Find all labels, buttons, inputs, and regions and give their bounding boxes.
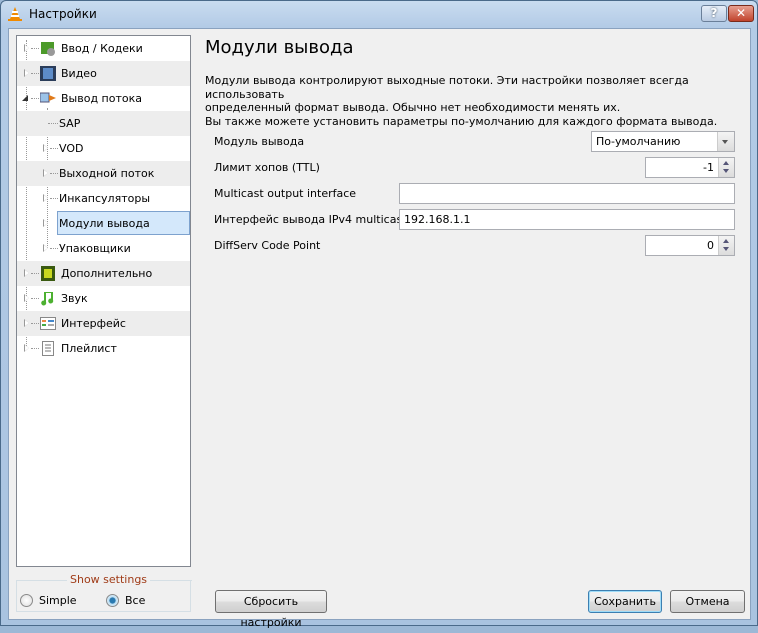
vlc-cone-icon — [8, 7, 22, 21]
spin-arrows-icon[interactable] — [718, 158, 734, 177]
ipv4-multicast-input[interactable]: 192.168.1.1 — [399, 209, 735, 230]
video-film-icon — [40, 66, 56, 81]
chevron-down-icon[interactable] — [717, 132, 734, 151]
expand-arrow-icon[interactable] — [24, 44, 29, 52]
tree-item-sap[interactable]: SAP — [17, 111, 190, 136]
expand-arrow-icon[interactable] — [43, 169, 48, 177]
ttl-label: Лимит хопов (TTL) — [214, 161, 320, 174]
show-settings-group: Show settings Simple Все — [16, 573, 192, 612]
close-button[interactable]: ✕ — [728, 5, 754, 22]
tree-item-muxers[interactable]: Инкапсуляторы — [17, 186, 190, 211]
tree-item-audio[interactable]: Звук — [17, 286, 190, 311]
dscp-spinbox[interactable]: 0 — [645, 235, 735, 256]
settings-window: Настройки ? ✕ Ввод / Кодеки Видео Вывод … — [0, 0, 758, 629]
interface-icon — [40, 317, 56, 330]
playlist-icon — [42, 341, 54, 356]
dscp-label: DiffServ Code Point — [214, 239, 321, 252]
show-settings-title: Show settings — [67, 573, 151, 586]
tree-item-input-codecs[interactable]: Ввод / Кодеки — [17, 36, 190, 61]
music-note-icon — [41, 292, 54, 306]
all-radio-label[interactable]: Все — [125, 594, 145, 607]
expand-arrow-icon[interactable] — [24, 344, 29, 352]
tree-item-advanced[interactable]: Дополнительно — [17, 261, 190, 286]
ttl-spinbox[interactable]: -1 — [645, 157, 735, 178]
ipv4-multicast-label: Интерфейс вывода IPv4 multicast — [214, 213, 407, 226]
tree-item-interface[interactable]: Интерфейс — [17, 311, 190, 336]
tree-item-vod[interactable]: VOD — [17, 136, 190, 161]
expand-arrow-icon[interactable] — [43, 194, 48, 202]
description-line: Модули вывода контролируют выходные пото… — [205, 74, 689, 101]
tree-item-output-modules[interactable]: Модули вывода — [17, 211, 190, 236]
expand-arrow-icon[interactable] — [24, 269, 29, 277]
expand-arrow-icon[interactable] — [24, 319, 29, 327]
stream-output-icon — [40, 92, 56, 103]
tree-item-video[interactable]: Видео — [17, 61, 190, 86]
simple-radio-label[interactable]: Simple — [39, 594, 77, 607]
expand-arrow-icon[interactable] — [43, 219, 48, 227]
settings-tree[interactable]: Ввод / Кодеки Видео Вывод потока SAP VOD… — [16, 35, 191, 567]
tree-item-packetizers[interactable]: Упаковщики — [17, 236, 190, 261]
window-title: Настройки — [29, 7, 97, 21]
cancel-button[interactable]: Отмена — [670, 590, 745, 613]
expand-arrow-icon[interactable] — [24, 294, 29, 302]
expand-arrow-icon[interactable] — [43, 144, 48, 152]
tree-item-output-stream[interactable]: Выходной поток — [17, 161, 190, 186]
all-radio[interactable] — [106, 594, 119, 607]
page-title: Модули вывода — [205, 37, 354, 58]
spin-arrows-icon[interactable] — [718, 236, 734, 255]
description-line: определенный формат вывода. Обычно нет н… — [205, 101, 621, 114]
tree-item-stream-output[interactable]: Вывод потока — [17, 86, 190, 111]
help-button[interactable]: ? — [701, 5, 727, 22]
multicast-interface-input[interactable] — [399, 183, 735, 204]
input-codecs-icon — [41, 42, 55, 56]
expand-arrow-icon[interactable] — [24, 69, 29, 77]
chip-icon — [41, 266, 55, 281]
output-module-select[interactable]: По-умолчанию — [591, 131, 735, 152]
expand-arrow-icon[interactable] — [43, 244, 48, 252]
reset-settings-button[interactable]: Сбросить настройки — [215, 590, 327, 629]
save-button[interactable]: Сохранить — [588, 590, 662, 613]
description: Модули вывода контролируют выходные пото… — [205, 74, 735, 128]
output-module-label: Модуль вывода — [214, 135, 305, 148]
description-line: Вы также можете установить параметры по-… — [205, 114, 718, 128]
collapse-arrow-icon[interactable] — [22, 95, 28, 101]
simple-radio[interactable] — [20, 594, 33, 607]
multicast-interface-label: Multicast output interface — [214, 187, 357, 200]
tree-item-playlist[interactable]: Плейлист — [17, 336, 190, 361]
